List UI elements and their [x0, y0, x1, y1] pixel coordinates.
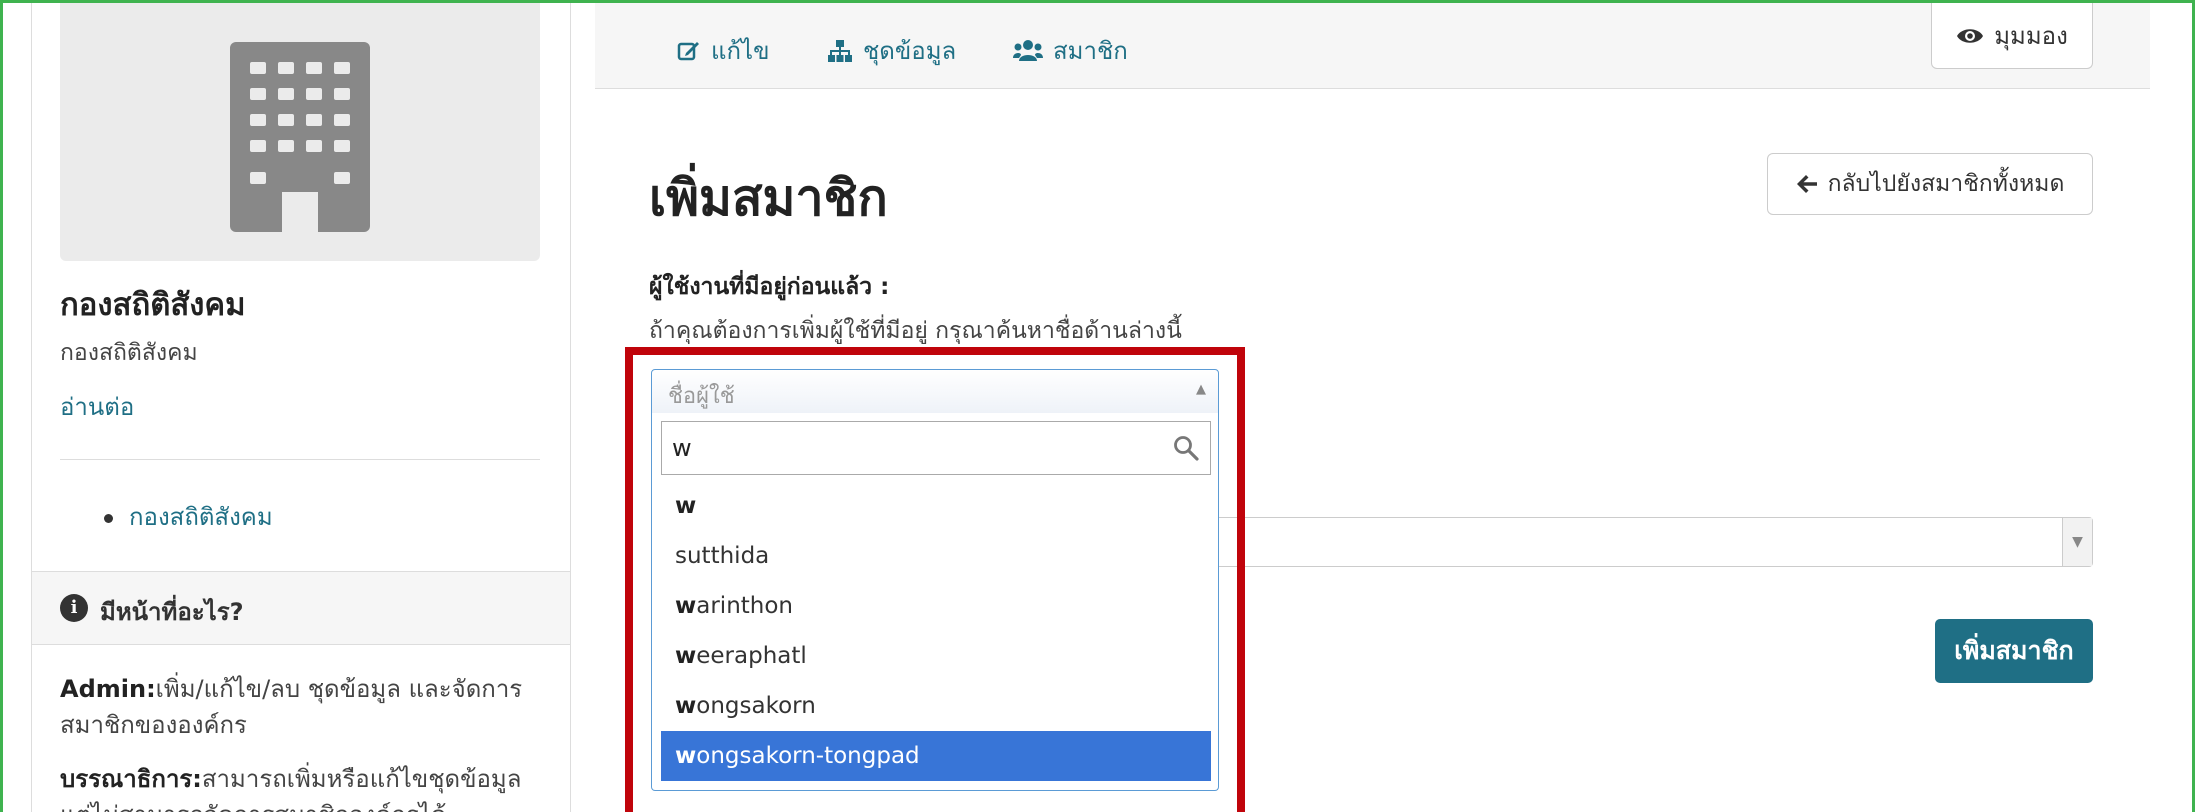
window-frame: กองสถิติสังคม กองสถิติสังคม อ่านต่อ กองส… [0, 0, 2195, 812]
tab-label: แก้ไข [711, 37, 770, 65]
info-panel-title: มีหน้าที่อะไร? [100, 598, 244, 626]
info-panel-header: i มีหน้าที่อะไร? [32, 571, 570, 645]
existing-user-help: ถ้าคุณต้องการเพิ่มผู้ใช้ที่มีอยู่ กรุณาค… [649, 318, 1182, 344]
eye-icon [1957, 28, 1984, 43]
caret-up-icon: ▲ [1196, 382, 1206, 397]
dropdown-option[interactable]: w [661, 481, 1211, 531]
dropdown-option[interactable]: warinthon [661, 581, 1211, 631]
tab-datasets[interactable]: ชุดข้อมูล [827, 31, 956, 70]
sitemap-icon [828, 39, 852, 62]
divider [60, 459, 540, 460]
option-match: w [675, 493, 697, 519]
option-rest: arinthon [696, 593, 794, 619]
chevron-down-icon: ▼ [2062, 518, 2092, 566]
bullet-icon [104, 513, 113, 523]
users-icon [1013, 39, 1043, 61]
username-search-box [661, 421, 1211, 475]
username-dropdown: w sutthida warinthon weeraphatl wongsako… [651, 413, 1219, 791]
role-name: Admin: [60, 675, 156, 703]
existing-user-label: ผู้ใช้งานที่มีอยู่ก่อนแล้ว : [649, 274, 890, 300]
role-name: บรรณาธิการ: [60, 765, 202, 793]
back-to-members-button[interactable]: กลับไปยังสมาชิกทั้งหมด [1767, 153, 2093, 215]
edit-icon [677, 41, 699, 60]
read-more-link[interactable]: อ่านต่อ [60, 387, 134, 426]
tab-label: ชุดข้อมูล [863, 37, 957, 65]
organization-title: กองสถิติสังคม [60, 287, 246, 323]
tab-edit[interactable]: แก้ไข [677, 31, 769, 70]
dropdown-option[interactable]: weeraphatl [661, 631, 1211, 681]
back-button-label: กลับไปยังสมาชิกทั้งหมด [1827, 171, 2065, 197]
arrow-left-icon [1796, 175, 1817, 193]
dropdown-option-highlighted[interactable]: wongsakorn-tongpad [661, 731, 1211, 781]
dropdown-option[interactable]: sutthida [661, 531, 1211, 581]
organization-subtitle: กองสถิติสังคม [60, 340, 198, 366]
option-rest: ongsakorn [696, 693, 816, 719]
info-editor-text: บรรณาธิการ:สามารถเพิ่มหรือแก้ไขชุดข้อมูล… [60, 761, 540, 812]
option-rest: ongsakorn-tongpad [696, 743, 920, 769]
top-nav: แก้ไข ชุดข้อมูล สมาชิก [595, 3, 2150, 89]
view-button[interactable]: มุมมอง [1931, 3, 2093, 69]
sidebar: กองสถิติสังคม กองสถิติสังคม อ่านต่อ กองส… [31, 3, 571, 812]
search-icon [1174, 436, 1199, 461]
option-rest: sutthida [675, 543, 770, 569]
organization-list: กองสถิติสังคม [104, 497, 273, 536]
info-admin-text: Admin:เพิ่ม/แก้ไข/ลบ ชุดข้อมูล และจัดการ… [60, 671, 540, 743]
option-match: w [675, 643, 697, 669]
page-title: เพิ่มสมาชิก [649, 169, 888, 227]
building-icon [230, 42, 370, 232]
info-icon: i [60, 594, 88, 622]
add-member-button[interactable]: เพิ่มสมาชิก [1935, 619, 2093, 683]
organization-image [60, 3, 540, 261]
username-search-input[interactable] [662, 422, 1162, 474]
organization-list-item[interactable]: กองสถิติสังคม [129, 503, 273, 531]
username-select-placeholder: ชื่อผู้ใช้ [668, 384, 735, 409]
role-select[interactable]: ▼ [1193, 517, 2093, 567]
option-match: w [675, 693, 697, 719]
option-match: w [675, 743, 697, 769]
username-select[interactable]: ชื่อผู้ใช้ ▲ [651, 369, 1219, 415]
tab-label: สมาชิก [1053, 37, 1128, 65]
view-button-label: มุมมอง [1994, 22, 2068, 50]
option-rest: eeraphatl [696, 643, 807, 669]
dropdown-option[interactable]: wongsakorn [661, 681, 1211, 731]
option-match: w [675, 593, 697, 619]
tab-members[interactable]: สมาชิก [1013, 31, 1128, 70]
